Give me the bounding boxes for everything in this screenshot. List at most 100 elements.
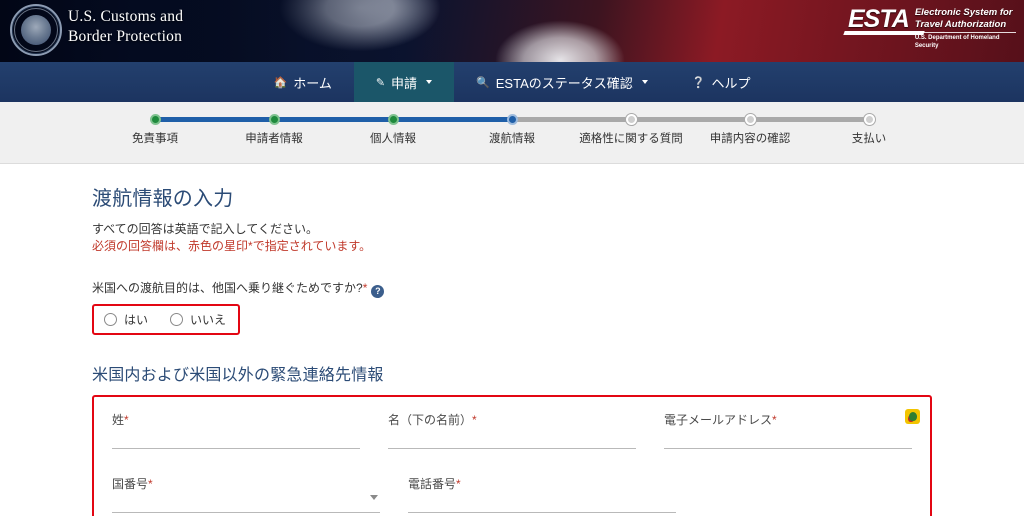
nav-item-home[interactable]: 🏠 ホーム: [252, 62, 354, 102]
field-email-label-text: 電子メールアドレス: [664, 413, 773, 427]
step-label: 適格性に関する質問: [579, 133, 683, 145]
nav-item-help[interactable]: ❔ ヘルプ: [670, 62, 773, 102]
chevron-down-icon[interactable]: [370, 495, 378, 500]
step-label: 個人情報: [370, 133, 416, 145]
nav-item-apply-label: 申請: [391, 75, 418, 91]
field-last-name-label: 姓*: [112, 411, 360, 428]
email-input[interactable]: [664, 430, 912, 448]
instruction-line-2: 必須の回答欄は、赤色の星印*で指定されています。: [92, 238, 932, 255]
step-label: 申請内容の確認: [709, 133, 791, 145]
last-name-input[interactable]: [112, 430, 360, 448]
page-title: 渡航情報の入力: [92, 188, 234, 210]
question-circle-icon: ❔: [691, 76, 706, 89]
required-star: *: [362, 281, 368, 295]
radio-option-no[interactable]: いいえ: [170, 311, 226, 328]
field-last-name-underline: [112, 430, 360, 449]
step-dot: [744, 114, 756, 125]
instructions: すべての回答は英語で記入してください。 必須の回答欄は、赤色の星印*で指定されて…: [92, 221, 932, 255]
content-inner: 渡航情報の入力 すべての回答は英語で記入してください。 必須の回答欄は、赤色の星…: [92, 182, 932, 516]
field-first-name: 名（下の名前）*: [388, 411, 636, 449]
transit-question-block: 米国への渡航目的は、他国へ乗り継ぐためですか?*? はい いいえ: [92, 279, 932, 335]
progress-stepper: 免責事項 申請者情報 個人情報 渡航情報 適格性に関する質問 申請内容の確認 支…: [132, 102, 886, 164]
phone-number-input[interactable]: [408, 494, 676, 512]
radio-circle-icon[interactable]: [170, 313, 184, 326]
radio-circle-icon[interactable]: [104, 313, 117, 326]
nav-item-check-status[interactable]: 🔍 ESTAのステータス確認: [454, 62, 670, 102]
first-name-input[interactable]: [388, 430, 636, 448]
field-phone-number: 電話番号*: [408, 475, 676, 513]
emergency-contact-form: 姓* 名（下の名前）* 電子メールアドレス* 国番号* 電話番号*: [92, 395, 932, 516]
chevron-down-icon: [641, 80, 648, 84]
field-country-code: 国番号*: [112, 475, 380, 513]
step-personal-info[interactable]: 個人情報: [328, 102, 458, 146]
step-label: 支払い: [851, 133, 887, 145]
field-country-code-label-text: 国番号: [112, 477, 149, 491]
step-review-application[interactable]: 申請内容の確認: [685, 102, 815, 146]
field-last-name: 姓*: [112, 411, 360, 449]
form-row-1: 姓* 名（下の名前）* 電子メールアドレス*: [112, 409, 920, 449]
nav-item-apply[interactable]: ✎ 申請: [353, 62, 455, 102]
instruction-line-2-c: で指定されています。: [252, 239, 372, 253]
field-email-label: 電子メールアドレス*: [664, 411, 912, 428]
step-dot: [149, 114, 161, 125]
step-dot: [268, 114, 280, 125]
required-star: *: [772, 413, 777, 427]
nav-item-help-label: ヘルプ: [711, 75, 751, 91]
step-dot: [863, 114, 875, 125]
nav-item-check-status-label: ESTAのステータス確認: [495, 75, 633, 91]
emergency-contact-section-title: 米国内および米国以外の緊急連絡先情報: [92, 367, 384, 384]
radio-option-no-label: いいえ: [190, 313, 227, 327]
dhs-seal-icon: [10, 4, 62, 56]
pencil-icon: ✎: [375, 76, 386, 89]
agency-name-line1: U.S. Customs and: [68, 8, 184, 25]
step-label: 申請者情報: [245, 133, 303, 145]
password-manager-icon[interactable]: [905, 409, 920, 424]
field-first-name-underline: [388, 430, 636, 449]
step-travel-info[interactable]: 渡航情報: [447, 102, 577, 146]
step-eligibility-questions[interactable]: 適格性に関する質問: [566, 102, 696, 146]
country-code-select[interactable]: [112, 494, 380, 512]
esta-tagline-line2: Travel Authorization: [914, 18, 1007, 30]
transit-question-text: 米国への渡航目的は、他国へ乗り継ぐためですか?: [92, 281, 363, 295]
step-label: 渡航情報: [489, 133, 535, 145]
transit-radio-group: はい いいえ: [92, 304, 241, 335]
search-icon: 🔍: [476, 76, 490, 89]
required-star: *: [124, 413, 129, 427]
field-phone-number-label: 電話番号*: [408, 475, 676, 492]
field-email-underline: [664, 430, 912, 449]
home-icon: 🏠: [273, 76, 288, 89]
nav-item-list: 🏠 ホーム ✎ 申請 🔍 ESTAのステータス確認 ❔ ヘルプ: [252, 62, 773, 102]
esta-tagline: Electronic System for Travel Authorizati…: [914, 4, 1016, 50]
form-row-2: 国番号* 電話番号*: [112, 475, 912, 513]
nav-item-home-label: ホーム: [293, 75, 332, 91]
field-country-code-underline: [112, 494, 380, 513]
field-first-name-label-text: 名（下の名前）: [388, 413, 473, 427]
esta-logo: ESTA Electronic System for Travel Author…: [848, 4, 1016, 56]
step-disclaimer[interactable]: 免責事項: [90, 102, 220, 146]
step-dot: [506, 114, 518, 125]
main-navigation: 🏠 ホーム ✎ 申請 🔍 ESTAのステータス確認 ❔ ヘルプ: [0, 62, 1024, 106]
question-mark-icon[interactable]: ?: [371, 285, 385, 298]
required-star: *: [472, 413, 477, 427]
instruction-line-1: すべての回答は英語で記入してください。: [92, 222, 318, 236]
progress-stepper-bar: 免責事項 申請者情報 個人情報 渡航情報 適格性に関する質問 申請内容の確認 支…: [0, 102, 1024, 164]
field-first-name-label: 名（下の名前）*: [388, 411, 636, 428]
main-content: 渡航情報の入力 すべての回答は英語で記入してください。 必須の回答欄は、赤色の星…: [0, 164, 1024, 516]
transit-question-text-row: 米国への渡航目的は、他国へ乗り継ぐためですか?*?: [92, 279, 932, 298]
field-country-code-label: 国番号*: [112, 475, 380, 492]
field-phone-number-label-text: 電話番号: [408, 477, 457, 491]
esta-wordmark: ESTA: [848, 5, 910, 33]
required-star: *: [456, 477, 461, 491]
site-header-banner: U.S. Customs and Border Protection ESTA …: [0, 0, 1024, 62]
step-dot: [387, 114, 399, 125]
field-email: 電子メールアドレス*: [664, 409, 920, 449]
esta-dhs-line: U.S. Department of Homeland Security: [914, 32, 1016, 50]
agency-name: U.S. Customs and Border Protection: [68, 7, 183, 47]
step-payment[interactable]: 支払い: [804, 102, 934, 146]
instruction-line-2-a: 必須の回答欄は、: [92, 239, 189, 253]
step-label: 免責事項: [132, 133, 178, 145]
radio-option-yes[interactable]: はい: [104, 311, 148, 328]
field-last-name-label-text: 姓: [112, 413, 125, 427]
step-applicant-info[interactable]: 申請者情報: [209, 102, 339, 146]
step-dot: [625, 114, 637, 125]
